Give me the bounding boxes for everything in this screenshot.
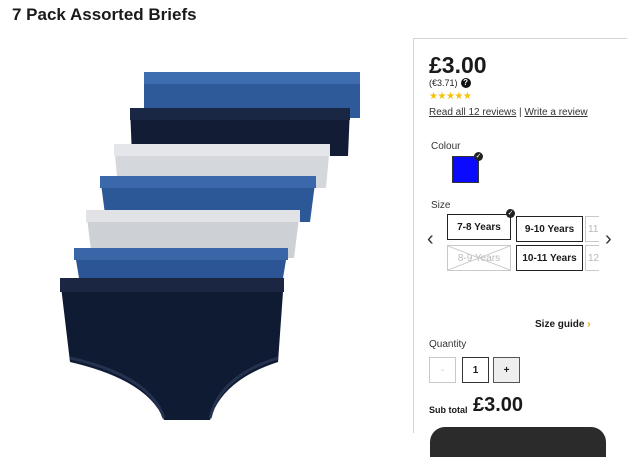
check-icon: ✓ (474, 152, 483, 161)
quantity-decrement-button[interactable]: - (429, 357, 456, 383)
chevron-right-icon[interactable]: › (605, 229, 612, 249)
quantity-increment-button[interactable]: + (493, 357, 520, 383)
size-guide-label: Size guide (535, 319, 585, 330)
star-icon: ★ (462, 91, 472, 102)
size-option-8-9-unavailable[interactable]: 8-9 Years (447, 245, 511, 271)
chevron-left-icon[interactable]: ‹ (427, 229, 434, 249)
product-title: 7 Pack Assorted Briefs (12, 5, 197, 24)
euro-price-row: (€3.71) ? (429, 78, 471, 88)
brief-7 (60, 278, 284, 420)
size-option-label: 8-9 Years (457, 252, 501, 264)
size-option-11[interactable]: 11 (585, 216, 599, 242)
product-image (60, 72, 360, 420)
purchase-panel: £3.00 (€3.71) ? ★★★★★ Read all 12 review… (413, 38, 627, 457)
price: £3.00 (429, 52, 487, 78)
chevron-right-icon: › (587, 319, 591, 330)
colour-label: Colour (431, 141, 461, 152)
quantity-label: Quantity (429, 339, 467, 350)
check-icon: ✓ (506, 209, 515, 218)
star-icon: ★ (437, 91, 446, 102)
subtotal-label: Sub total (429, 405, 468, 415)
size-option-9-10[interactable]: 9-10 Years (516, 216, 583, 242)
rating-stars: ★★★★★ (429, 91, 472, 102)
subtotal-value: £3.00 (473, 394, 524, 416)
size-option-7-8[interactable]: 7-8 Years (447, 214, 511, 240)
reviews-separator: | (519, 107, 522, 118)
size-label: Size (431, 200, 451, 211)
star-icon: ★ (454, 91, 463, 102)
size-option-10-11[interactable]: 10-11 Years (516, 245, 583, 271)
reviews-row: Read all 12 reviews | Write a review (429, 107, 588, 118)
write-review-link[interactable]: Write a review (524, 107, 587, 118)
help-icon[interactable]: ? (460, 78, 471, 88)
size-option-12[interactable]: 12 (585, 245, 599, 271)
size-guide-link[interactable]: Size guide › (535, 319, 591, 330)
read-reviews-link[interactable]: Read all 12 reviews (429, 107, 516, 118)
euro-price: (€3.71) (429, 78, 458, 88)
quantity-input[interactable]: 1 (462, 357, 489, 383)
